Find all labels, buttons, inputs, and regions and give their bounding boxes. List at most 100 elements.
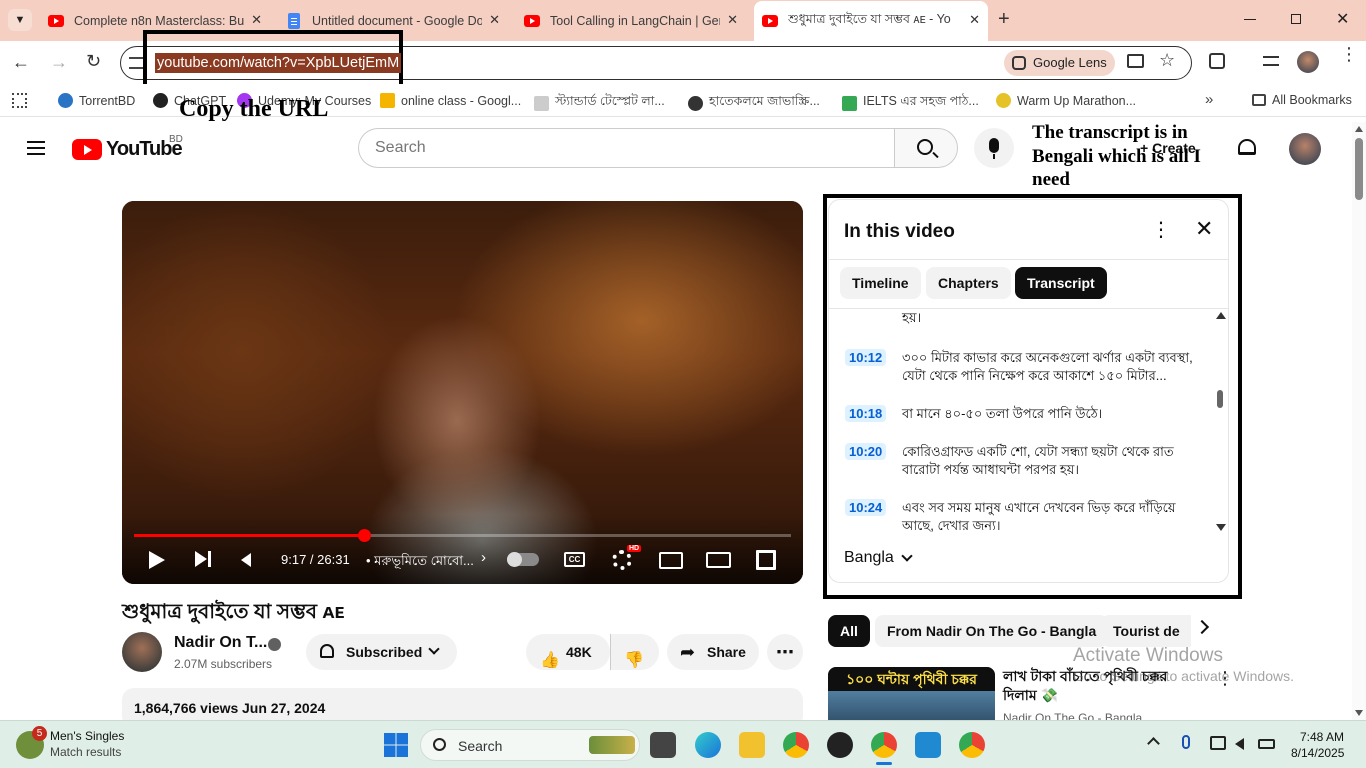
bookmark-online-class[interactable]: online class - Googl... [380, 93, 521, 108]
page-scrollbar[interactable] [1352, 122, 1366, 720]
channel-name[interactable]: Nadir On T... [174, 634, 267, 652]
like-button[interactable]: 👍 48K [526, 634, 610, 670]
scroll-down-icon[interactable] [1216, 524, 1226, 531]
progress-scrubber[interactable] [357, 529, 371, 542]
chip-from-channel[interactable]: From Nadir On The Go - Bangla [875, 615, 1109, 647]
segment-timestamp[interactable]: 10:12 [845, 349, 887, 366]
transcript-scrollbar[interactable] [1215, 310, 1226, 535]
progress-bar[interactable] [134, 529, 791, 542]
hamburger-menu-icon[interactable] [27, 141, 45, 155]
taskbar-search[interactable]: Search [420, 729, 640, 761]
battery-icon[interactable] [1258, 739, 1275, 749]
chrome-icon[interactable] [783, 732, 809, 758]
play-icon[interactable] [149, 551, 165, 569]
close-icon[interactable]: ✕ [969, 12, 980, 28]
account-avatar[interactable] [1289, 133, 1321, 165]
tab-search-button[interactable]: ▼ [8, 9, 32, 31]
all-bookmarks[interactable]: All Bookmarks [1252, 93, 1352, 107]
chapter-chevron-icon[interactable]: › [481, 549, 486, 566]
url-text[interactable]: youtube.com/watch?v=XpbLUetjEmM [155, 53, 402, 73]
settings-gear-icon[interactable] [612, 550, 632, 570]
close-icon[interactable]: ✕ [727, 12, 738, 28]
window-close-icon[interactable]: ✕ [1336, 9, 1349, 29]
segment-timestamp[interactable]: 10:18 [845, 405, 887, 422]
bookmark-standard-template[interactable]: স্ট্যান্ডার্ড টেস্প্লেট লা... [534, 93, 665, 113]
vscode-icon[interactable] [915, 732, 941, 758]
subscribed-button[interactable]: Subscribed [306, 634, 457, 670]
bookmark-torrentbd[interactable]: TorrentBD [58, 93, 135, 108]
notifications-bell-icon[interactable] [1238, 139, 1256, 155]
google-lens-button[interactable]: Google Lens [1004, 50, 1115, 76]
chrome-other-icon[interactable] [959, 732, 985, 758]
chapter-title[interactable]: • মরুভূমিতে মোবো... [366, 552, 476, 573]
voice-search-button[interactable] [974, 128, 1014, 168]
bookmark-warm-up[interactable]: Warm Up Marathon... [996, 93, 1136, 108]
bookmark-ielts[interactable]: IELTS এর সহজ পাঠ... [842, 93, 979, 113]
fullscreen-icon[interactable] [756, 550, 776, 570]
back-icon[interactable]: ← [12, 52, 30, 73]
miniplayer-icon[interactable] [659, 552, 683, 569]
channel-avatar[interactable] [122, 632, 162, 672]
minimize-icon[interactable] [1244, 19, 1256, 20]
volume-icon[interactable] [1235, 738, 1244, 750]
install-app-icon[interactable] [1127, 54, 1144, 68]
restore-icon[interactable] [1291, 14, 1301, 24]
clock-date[interactable]: 8/14/2025 [1291, 746, 1344, 760]
recommendation-thumbnail[interactable]: ১০০ ঘন্টায় পৃথিবী চক্কর [828, 667, 995, 727]
bookmark-javascript[interactable]: হাতেকলমে জাভাস্ক্রি... [688, 93, 820, 113]
tab-langchain[interactable]: Tool Calling in LangChain | Gen ✕ [524, 6, 746, 35]
reload-icon[interactable]: ↻ [86, 51, 101, 72]
video-player[interactable]: 9:17 / 26:31 • মরুভূমিতে মোবো... › CC HD [122, 201, 803, 584]
scroll-up-icon[interactable] [1216, 312, 1226, 319]
close-icon[interactable]: ✕ [251, 12, 262, 28]
file-explorer-icon[interactable] [739, 732, 765, 758]
dislike-button[interactable]: 👎 [610, 634, 659, 670]
autoplay-toggle[interactable] [507, 552, 539, 567]
weather-widget[interactable]: 5 Men's Singles Match results [16, 726, 136, 762]
youtube-logo[interactable]: YouTube [72, 138, 183, 160]
share-button[interactable]: ➦ Share [667, 634, 759, 670]
more-bookmarks-icon[interactable]: » [1205, 91, 1213, 108]
menu-icon[interactable]: ⋮ [1340, 45, 1358, 63]
new-tab-icon[interactable]: + [998, 8, 1010, 31]
transcript-scrollbar-thumb[interactable] [1217, 390, 1223, 408]
tab-chapters[interactable]: Chapters [926, 267, 1011, 299]
chip-all[interactable]: All [828, 615, 870, 647]
search-button[interactable] [894, 128, 958, 168]
microphone-icon[interactable] [1182, 735, 1190, 749]
scroll-up-icon[interactable] [1355, 126, 1363, 132]
chrome-profile-icon[interactable] [871, 732, 897, 758]
forward-icon[interactable]: → [50, 52, 68, 73]
panel-more-icon[interactable]: ⋮ [1151, 218, 1171, 242]
tab-timeline[interactable]: Timeline [840, 267, 921, 299]
chips-next-icon[interactable] [1194, 619, 1210, 635]
captions-button[interactable]: CC [564, 552, 585, 567]
site-info-icon[interactable] [129, 57, 143, 69]
tab-transcript[interactable]: Transcript [1015, 267, 1107, 299]
language-selector[interactable]: Bangla [844, 549, 913, 567]
media-controls-icon[interactable] [1263, 56, 1279, 66]
apps-icon[interactable] [12, 93, 27, 108]
scroll-down-icon[interactable] [1355, 710, 1363, 716]
tab-active-video[interactable]: শুধুমাত্র দুবাইতে যা সম্ভব ᴀᴇ - Yo ✕ [754, 1, 988, 41]
task-view-icon[interactable] [650, 732, 676, 758]
theater-mode-icon[interactable] [706, 552, 731, 568]
next-icon[interactable] [195, 551, 207, 567]
windows-start-icon[interactable] [384, 733, 408, 757]
panel-close-icon[interactable]: ✕ [1195, 216, 1213, 242]
chip-tourist[interactable]: Tourist de [1101, 615, 1191, 647]
edge-icon[interactable] [695, 732, 721, 758]
segment-timestamp[interactable]: 10:24 [845, 499, 887, 516]
clock-time[interactable]: 7:48 AM [1300, 730, 1344, 744]
volume-icon[interactable] [241, 553, 251, 567]
close-icon[interactable]: ✕ [489, 12, 500, 28]
obs-icon[interactable] [827, 732, 853, 758]
more-actions-button[interactable]: ⋯ [767, 634, 803, 670]
bookmark-star-icon[interactable]: ☆ [1159, 50, 1175, 71]
extensions-icon[interactable] [1209, 53, 1225, 69]
profile-avatar[interactable] [1297, 51, 1319, 73]
page-scrollbar-thumb[interactable] [1355, 138, 1363, 200]
search-input[interactable]: Search [358, 128, 895, 168]
segment-timestamp[interactable]: 10:20 [845, 443, 887, 460]
network-icon[interactable] [1210, 736, 1226, 750]
